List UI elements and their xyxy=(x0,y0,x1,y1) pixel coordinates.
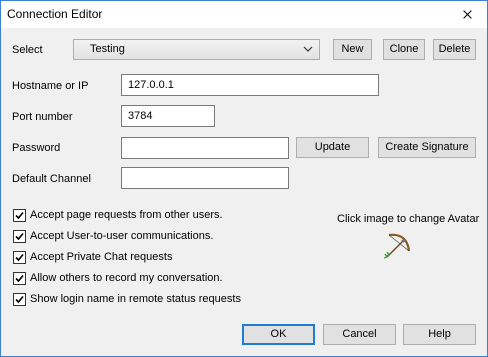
checkbox-label: Allow others to record my conversation. xyxy=(30,272,223,284)
checkbox-label: Accept page requests from other users. xyxy=(30,209,223,221)
help-button[interactable]: Help xyxy=(403,324,476,345)
close-icon[interactable] xyxy=(447,1,487,28)
connection-select[interactable]: Testing xyxy=(73,39,320,60)
update-button[interactable]: Update xyxy=(296,137,369,158)
checkmark-icon xyxy=(15,274,24,283)
checkmark-icon xyxy=(15,232,24,241)
port-label: Port number xyxy=(12,111,73,123)
avatar-hint: Click image to change Avatar xyxy=(337,213,480,225)
checkbox-label: Accept User-to-user communications. xyxy=(30,230,214,242)
connection-editor-window: Connection Editor Select Testing New Clo… xyxy=(0,0,488,357)
checkbox-page-requests[interactable] xyxy=(13,209,26,222)
title-bar: Connection Editor xyxy=(1,1,487,28)
cancel-button[interactable]: Cancel xyxy=(323,324,396,345)
ok-button[interactable]: OK xyxy=(242,324,315,345)
select-label: Select xyxy=(12,44,43,56)
checkbox-label: Show login name in remote status request… xyxy=(30,293,241,305)
chevron-down-icon xyxy=(303,46,313,52)
channel-label: Default Channel xyxy=(12,173,91,185)
clone-button[interactable]: Clone xyxy=(383,39,425,60)
delete-button[interactable]: Delete xyxy=(433,39,476,60)
select-value: Testing xyxy=(90,43,125,55)
checkbox-private-chat[interactable] xyxy=(13,251,26,264)
checkbox-show-login[interactable] xyxy=(13,293,26,306)
port-input[interactable]: 3784 xyxy=(121,105,215,127)
checkbox-label: Accept Private Chat requests xyxy=(30,251,173,263)
checkmark-icon xyxy=(15,253,24,262)
channel-input[interactable] xyxy=(121,167,289,189)
checkmark-icon xyxy=(15,295,24,304)
checkmark-icon xyxy=(15,211,24,220)
new-button[interactable]: New xyxy=(333,39,372,60)
password-input[interactable] xyxy=(121,137,289,159)
password-label: Password xyxy=(12,142,61,154)
bow-and-arrow-icon[interactable] xyxy=(381,229,415,263)
checkbox-user-to-user[interactable] xyxy=(13,230,26,243)
checkbox-allow-record[interactable] xyxy=(13,272,26,285)
hostname-label: Hostname or IP xyxy=(12,80,89,92)
hostname-input[interactable]: 127.0.0.1 xyxy=(121,74,379,96)
window-title: Connection Editor xyxy=(7,7,103,21)
create-signature-button[interactable]: Create Signature xyxy=(378,137,476,158)
